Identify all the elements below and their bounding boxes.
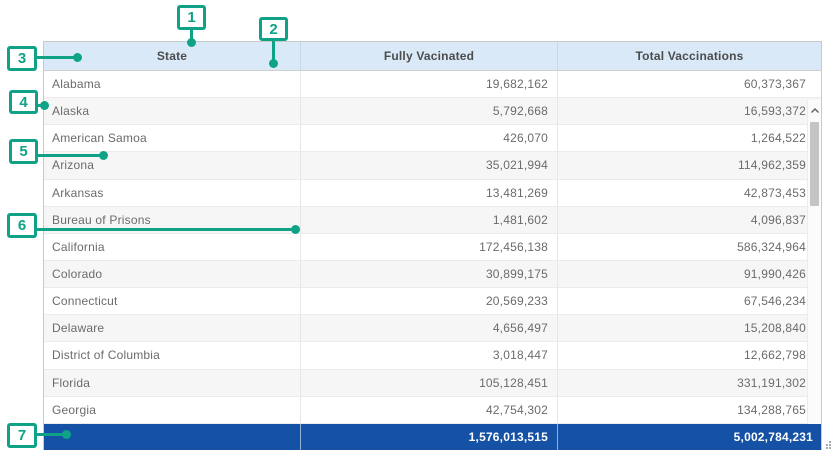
table-row[interactable]: American Samoa426,0701,264,522 xyxy=(44,125,821,152)
cell-state[interactable]: Alaska xyxy=(44,98,300,124)
cell-fully-vaccinated[interactable]: 20,569,233 xyxy=(300,288,557,314)
vertical-scrollbar[interactable] xyxy=(807,100,821,424)
cell-total-vaccinations[interactable]: 114,962,359 xyxy=(557,152,821,178)
cell-total-vaccinations[interactable]: 16,593,372 xyxy=(557,98,821,124)
table-row[interactable]: California172,456,138586,324,964 xyxy=(44,234,821,261)
cell-fully-vaccinated[interactable]: 1,481,602 xyxy=(300,207,557,233)
callout-6-dot xyxy=(291,225,300,234)
cell-total-vaccinations[interactable]: 134,288,765 xyxy=(557,397,821,423)
scroll-up-icon[interactable] xyxy=(808,102,821,118)
callout-5-stem xyxy=(37,154,102,157)
cell-total-vaccinations[interactable]: 91,990,426 xyxy=(557,261,821,287)
table-row[interactable]: Arkansas13,481,26942,873,453 xyxy=(44,180,821,207)
callout-3-stem xyxy=(36,56,76,59)
column-header-fully-vaccinated[interactable]: Fully Vacinated xyxy=(300,42,557,70)
callout-7-dot xyxy=(62,430,71,439)
cell-state[interactable]: Alabama xyxy=(44,71,300,97)
cell-fully-vaccinated[interactable]: 42,754,302 xyxy=(300,397,557,423)
callout-6: 6 xyxy=(7,213,37,238)
cell-state[interactable]: Arkansas xyxy=(44,180,300,206)
table-row[interactable]: Georgia42,754,302134,288,765 xyxy=(44,397,821,424)
cell-state[interactable]: California xyxy=(44,234,300,260)
summary-cell-state xyxy=(44,424,300,450)
cell-state[interactable]: Florida xyxy=(44,370,300,396)
cell-fully-vaccinated[interactable]: 19,682,162 xyxy=(300,71,557,97)
cell-total-vaccinations[interactable]: 42,873,453 xyxy=(557,180,821,206)
table-row[interactable]: District of Columbia3,018,44712,662,798 xyxy=(44,342,821,369)
cell-total-vaccinations[interactable]: 1,264,522 xyxy=(557,125,821,151)
resize-grip-icon[interactable] xyxy=(820,437,832,449)
cell-state[interactable]: Colorado xyxy=(44,261,300,287)
cell-fully-vaccinated[interactable]: 426,070 xyxy=(300,125,557,151)
column-header-state[interactable]: State xyxy=(44,42,300,70)
table-header-row: State Fully Vacinated Total Vaccinations xyxy=(44,42,821,71)
table-body: Alabama19,682,16260,373,367Alaska5,792,6… xyxy=(44,71,821,424)
cell-total-vaccinations[interactable]: 67,546,234 xyxy=(557,288,821,314)
callout-5: 5 xyxy=(9,139,38,164)
callout-3: 3 xyxy=(7,46,37,71)
cell-total-vaccinations[interactable]: 4,096,837 xyxy=(557,207,821,233)
cell-state[interactable]: Connecticut xyxy=(44,288,300,314)
table-row[interactable]: Arizona35,021,994114,962,359 xyxy=(44,152,821,179)
callout-3-dot xyxy=(73,53,82,62)
cell-fully-vaccinated[interactable]: 172,456,138 xyxy=(300,234,557,260)
cell-fully-vaccinated[interactable]: 5,792,668 xyxy=(300,98,557,124)
summary-cell-fully-vaccinated: 1,576,013,515 xyxy=(300,424,557,450)
callout-7-stem xyxy=(36,433,65,436)
callout-2-stem xyxy=(272,40,275,61)
callout-4: 4 xyxy=(9,90,38,114)
cell-fully-vaccinated[interactable]: 35,021,994 xyxy=(300,152,557,178)
callout-5-dot xyxy=(99,151,108,160)
cell-total-vaccinations[interactable]: 15,208,840 xyxy=(557,315,821,341)
table-row[interactable]: Connecticut20,569,23367,546,234 xyxy=(44,288,821,315)
callout-1-dot xyxy=(187,38,196,47)
callout-4-dot xyxy=(40,101,49,110)
cell-total-vaccinations[interactable]: 12,662,798 xyxy=(557,342,821,368)
cell-state[interactable]: American Samoa xyxy=(44,125,300,151)
table-row[interactable]: Delaware4,656,49715,208,840 xyxy=(44,315,821,342)
cell-total-vaccinations[interactable]: 331,191,302 xyxy=(557,370,821,396)
callout-2-dot xyxy=(269,59,278,68)
summary-cell-total-vaccinations: 5,002,784,231 xyxy=(557,424,821,450)
table-row[interactable]: Alaska5,792,66816,593,372 xyxy=(44,98,821,125)
attribute-table: State Fully Vacinated Total Vaccinations… xyxy=(43,41,822,450)
cell-fully-vaccinated[interactable]: 105,128,451 xyxy=(300,370,557,396)
cell-fully-vaccinated[interactable]: 30,899,175 xyxy=(300,261,557,287)
cell-state[interactable]: Delaware xyxy=(44,315,300,341)
table-row[interactable]: Colorado30,899,17591,990,426 xyxy=(44,261,821,288)
cell-total-vaccinations[interactable]: 586,324,964 xyxy=(557,234,821,260)
callout-2: 2 xyxy=(259,17,288,41)
cell-fully-vaccinated[interactable]: 3,018,447 xyxy=(300,342,557,368)
callout-1: 1 xyxy=(177,5,206,30)
table-row[interactable]: Florida105,128,451331,191,302 xyxy=(44,370,821,397)
callout-7: 7 xyxy=(7,423,37,448)
cell-state[interactable]: Georgia xyxy=(44,397,300,423)
table-summary-row: 1,576,013,515 5,002,784,231 xyxy=(44,424,821,450)
cell-total-vaccinations[interactable]: 60,373,367 xyxy=(557,71,821,97)
callout-6-stem xyxy=(36,228,294,231)
cell-fully-vaccinated[interactable]: 4,656,497 xyxy=(300,315,557,341)
table-row[interactable]: Alabama19,682,16260,373,367 xyxy=(44,71,821,98)
cell-fully-vaccinated[interactable]: 13,481,269 xyxy=(300,180,557,206)
cell-state[interactable]: District of Columbia xyxy=(44,342,300,368)
column-header-total-vaccinations[interactable]: Total Vaccinations xyxy=(557,42,821,70)
scrollbar-thumb[interactable] xyxy=(810,122,819,206)
